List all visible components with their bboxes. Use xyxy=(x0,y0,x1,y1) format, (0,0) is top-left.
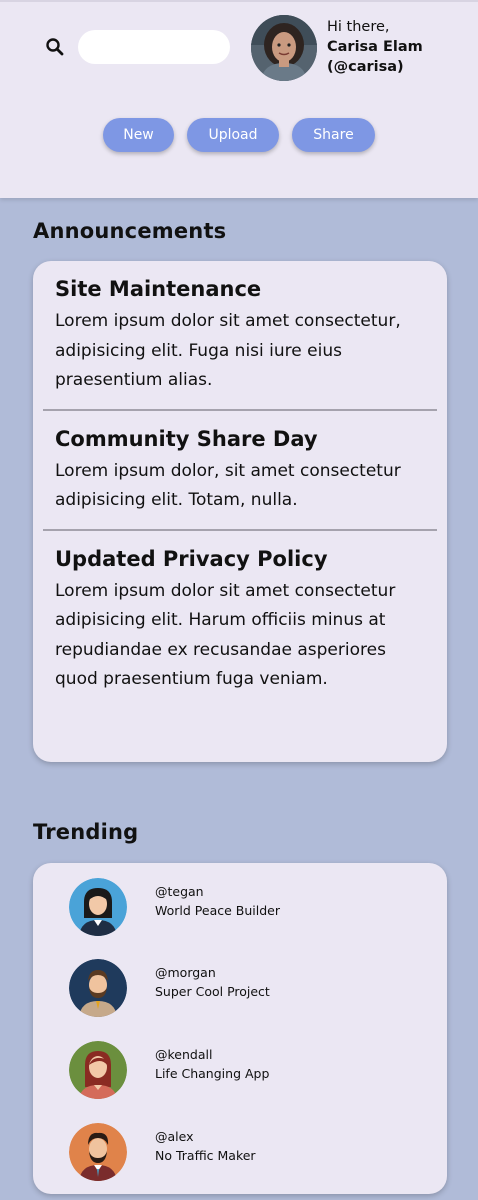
trending-project: Life Changing App xyxy=(155,1066,270,1081)
trending-card: @tegan World Peace Builder @morgan Super… xyxy=(33,863,447,1194)
announcement-body: Lorem ipsum dolor sit amet consectetur a… xyxy=(55,580,396,690)
trending-handle: @kendall xyxy=(155,1047,213,1062)
user-avatar-icon xyxy=(69,878,127,936)
action-buttons: New Upload Share xyxy=(0,118,478,152)
trending-item[interactable]: @kendall Life Changing App xyxy=(69,1041,409,1101)
user-avatar-icon xyxy=(69,1123,127,1181)
user-avatar-icon xyxy=(69,1041,127,1099)
new-button[interactable]: New xyxy=(103,118,174,152)
search-input[interactable] xyxy=(78,30,230,64)
announcement-title: Updated Privacy Policy xyxy=(55,546,328,571)
trending-handle: @tegan xyxy=(155,884,204,899)
announcement-item: Site Maintenance Lorem ipsum dolor sit a… xyxy=(43,261,437,409)
announcement-body: Lorem ipsum dolor sit amet consectetur, … xyxy=(55,311,401,390)
share-button[interactable]: Share xyxy=(292,118,375,152)
announcement-body: Lorem ipsum dolor, sit amet consectetur … xyxy=(55,460,401,511)
announcements-title: Announcements xyxy=(33,219,227,243)
trending-project: Super Cool Project xyxy=(155,984,270,999)
trending-project: World Peace Builder xyxy=(155,903,280,918)
user-avatar-icon xyxy=(69,959,127,1017)
announcement-item: Updated Privacy Policy Lorem ipsum dolor… xyxy=(43,528,437,708)
search-icon[interactable] xyxy=(44,36,66,58)
top-header: Hi there, Carisa Elam (@carisa) New Uplo… xyxy=(0,0,478,198)
announcements-card: Site Maintenance Lorem ipsum dolor sit a… xyxy=(33,261,447,762)
avatar[interactable] xyxy=(251,15,317,81)
user-handle: (@carisa) xyxy=(327,59,404,75)
trending-item[interactable]: @alex No Traffic Maker xyxy=(69,1123,409,1183)
announcement-title: Community Share Day xyxy=(55,426,318,451)
trending-handle: @alex xyxy=(155,1129,194,1144)
trending-title: Trending xyxy=(33,820,139,844)
user-greeting: Hi there, Carisa Elam (@carisa) xyxy=(327,17,423,77)
trending-item[interactable]: @tegan World Peace Builder xyxy=(69,878,409,938)
upload-button[interactable]: Upload xyxy=(187,118,279,152)
user-name: Carisa Elam xyxy=(327,39,423,55)
trending-handle: @morgan xyxy=(155,965,216,980)
trending-project: No Traffic Maker xyxy=(155,1148,256,1163)
announcement-title: Site Maintenance xyxy=(55,277,262,301)
trending-item[interactable]: @morgan Super Cool Project xyxy=(69,959,409,1019)
announcement-item: Community Share Day Lorem ipsum dolor, s… xyxy=(43,408,437,529)
greeting-text: Hi there, xyxy=(327,19,390,35)
